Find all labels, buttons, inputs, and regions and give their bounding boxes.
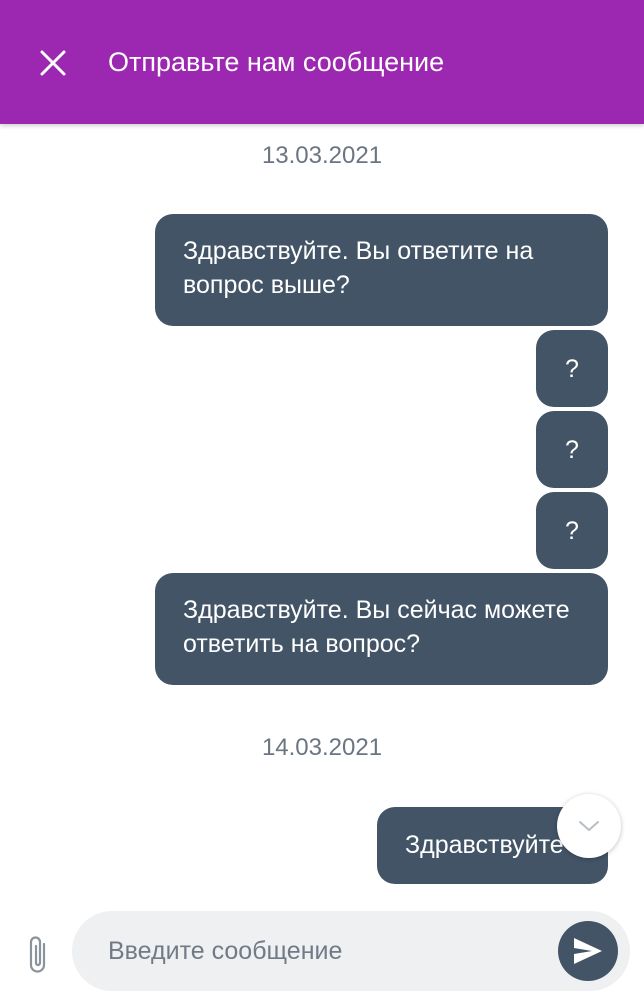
message-bubble[interactable]: ? bbox=[536, 492, 608, 569]
chevron-down-icon bbox=[579, 821, 599, 831]
date-separator: 13.03.2021 bbox=[261, 142, 383, 169]
message-text: ? bbox=[565, 354, 579, 383]
attach-button[interactable] bbox=[20, 930, 56, 980]
send-button[interactable] bbox=[558, 921, 618, 981]
message-bubble[interactable]: Здравствуйте. Вы сейчас можете ответить … bbox=[155, 573, 608, 685]
message-text: ? bbox=[565, 516, 579, 545]
message-input[interactable] bbox=[108, 911, 548, 991]
page-title: Отправьте нам сообщение bbox=[108, 47, 445, 77]
close-icon bbox=[40, 50, 66, 76]
message-input-container bbox=[72, 911, 630, 991]
message-bubble[interactable]: ? bbox=[536, 330, 608, 407]
app-header: Отправьте нам сообщение bbox=[0, 0, 644, 124]
message-text: Здравствуйте. Вы сейчас можете ответить … bbox=[183, 596, 570, 658]
message-text: ? bbox=[565, 435, 579, 464]
chat-screen: Отправьте нам сообщение 13.03.2021 Здрав… bbox=[0, 0, 644, 1001]
scroll-to-bottom-button[interactable] bbox=[557, 794, 621, 858]
message-text: Здравствуйте bbox=[405, 831, 564, 859]
send-icon bbox=[574, 938, 602, 964]
message-list[interactable]: 13.03.2021 Здравствуйте. Вы ответите на … bbox=[0, 124, 644, 904]
message-text: Здравствуйте. Вы ответите на вопрос выше… bbox=[183, 237, 534, 299]
composer-bar bbox=[0, 904, 644, 1001]
message-bubble[interactable]: ? bbox=[536, 411, 608, 488]
date-separator: 14.03.2021 bbox=[261, 734, 383, 761]
message-bubble[interactable]: Здравствуйте. Вы ответите на вопрос выше… bbox=[155, 214, 608, 326]
paperclip-icon bbox=[29, 936, 46, 973]
close-button[interactable] bbox=[30, 40, 76, 86]
